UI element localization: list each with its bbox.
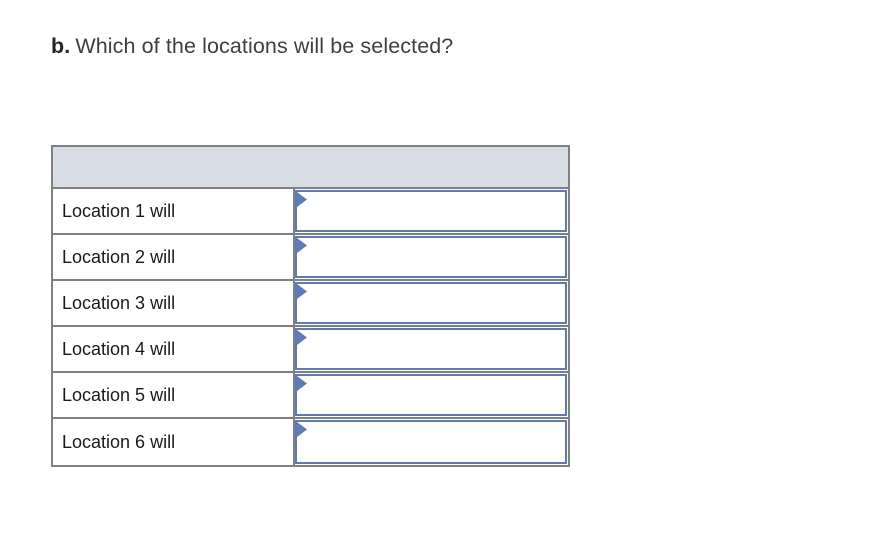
response-table: Location 1 will Location 2 will Location… <box>51 145 570 467</box>
dropdown-triangle-icon <box>297 330 308 345</box>
row-select-cell <box>295 235 568 279</box>
row-select-cell <box>295 281 568 325</box>
table-row: Location 5 will <box>53 373 568 419</box>
row-select-cell <box>295 327 568 371</box>
row-label: Location 3 will <box>62 293 176 313</box>
dropdown-triangle-icon <box>297 238 308 253</box>
row-select-cell <box>295 373 568 417</box>
dropdown-triangle-icon <box>297 422 308 437</box>
row-label: Location 2 will <box>62 247 176 267</box>
dropdown-triangle-icon <box>297 192 308 207</box>
row-label-cell: Location 6 will <box>53 419 295 465</box>
dropdown-triangle-icon <box>297 284 308 299</box>
row-label-cell: Location 4 will <box>53 327 295 371</box>
table-row: Location 1 will <box>53 189 568 235</box>
row-label: Location 5 will <box>62 385 176 405</box>
row-label-cell: Location 1 will <box>53 189 295 233</box>
question-text: Which of the locations will be selected? <box>75 34 454 58</box>
table-row: Location 4 will <box>53 327 568 373</box>
dropdown-triangle-icon <box>297 376 308 391</box>
row-label-cell: Location 3 will <box>53 281 295 325</box>
page-title: b. Which of the locations will be selecte… <box>51 31 453 61</box>
location-dropdown[interactable] <box>295 282 567 324</box>
row-label: Location 4 will <box>62 339 176 359</box>
location-dropdown[interactable] <box>295 236 567 278</box>
table-row: Location 3 will <box>53 281 568 327</box>
row-select-cell <box>295 419 568 465</box>
location-dropdown[interactable] <box>295 420 567 464</box>
location-dropdown[interactable] <box>295 374 567 416</box>
row-label-cell: Location 5 will <box>53 373 295 417</box>
table-header-band <box>53 147 568 189</box>
row-label: Location 1 will <box>62 201 176 221</box>
location-dropdown[interactable] <box>295 328 567 370</box>
row-label: Location 6 will <box>62 432 176 452</box>
table-row: Location 2 will <box>53 235 568 281</box>
row-label-cell: Location 2 will <box>53 235 295 279</box>
table-row: Location 6 will <box>53 419 568 465</box>
location-dropdown[interactable] <box>295 190 567 232</box>
row-select-cell <box>295 189 568 233</box>
question-label: b. <box>51 34 71 58</box>
